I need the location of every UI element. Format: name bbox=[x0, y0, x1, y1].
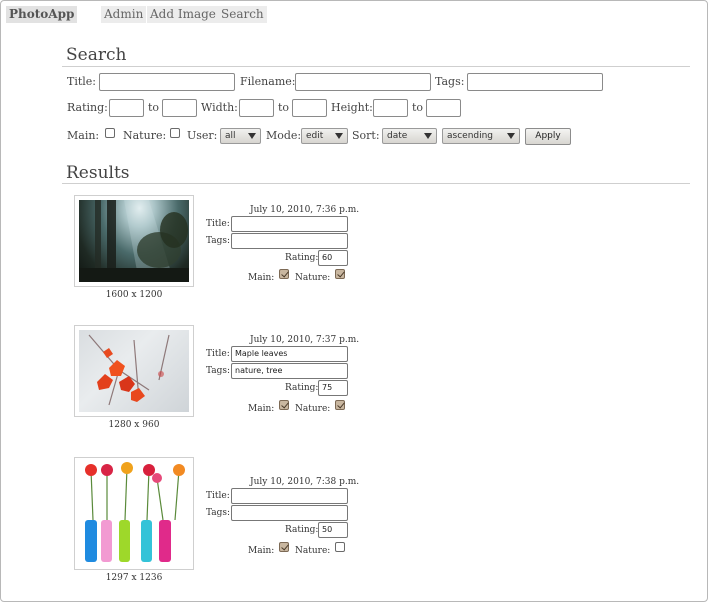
result-dimensions: 1600 x 1200 bbox=[105, 290, 163, 300]
mode-label: Mode: bbox=[266, 129, 302, 142]
result-nature-checkbox[interactable] bbox=[335, 542, 345, 552]
result-nature-checkbox[interactable] bbox=[335, 269, 345, 279]
width-max-input[interactable] bbox=[292, 99, 327, 117]
nav-search-link[interactable]: Search bbox=[218, 6, 267, 23]
rating-min-input[interactable] bbox=[109, 99, 144, 117]
result-rating-label: Rating: bbox=[285, 253, 319, 263]
chevron-down-icon bbox=[507, 133, 515, 139]
sort-select-value: date bbox=[387, 131, 408, 141]
tags-input[interactable] bbox=[467, 73, 603, 91]
result-tags-label: Tags: bbox=[206, 236, 231, 246]
result-main-checkbox[interactable] bbox=[279, 542, 289, 552]
width-min-input[interactable] bbox=[239, 99, 274, 117]
result-date: July 10, 2010, 7:37 p.m. bbox=[250, 335, 360, 345]
result-thumbnail[interactable] bbox=[74, 195, 194, 287]
user-select-value: all bbox=[225, 131, 236, 141]
user-select[interactable]: all bbox=[220, 128, 261, 144]
height-min-input[interactable] bbox=[373, 99, 408, 117]
maple-leaves-image-art bbox=[88, 334, 170, 406]
nature-checkbox[interactable] bbox=[170, 128, 180, 138]
nav-admin-link[interactable]: Admin bbox=[101, 6, 147, 23]
result-main-label: Main: bbox=[248, 273, 275, 283]
nature-label: Nature: bbox=[123, 129, 167, 142]
chevron-down-icon bbox=[248, 133, 256, 139]
main-checkbox[interactable] bbox=[105, 128, 115, 138]
main-label: Main: bbox=[67, 129, 100, 142]
result-rating-input[interactable]: 50 bbox=[318, 522, 348, 538]
title-input[interactable] bbox=[99, 73, 235, 91]
result-dimensions: 1280 x 960 bbox=[108, 420, 160, 430]
result-title-input[interactable] bbox=[231, 488, 348, 504]
user-label: User: bbox=[187, 129, 218, 142]
mode-select[interactable]: edit bbox=[301, 128, 348, 144]
apply-button[interactable]: Apply bbox=[525, 128, 571, 145]
result-nature-checkbox[interactable] bbox=[335, 400, 345, 410]
search-heading: Search bbox=[66, 45, 127, 65]
result-main-label: Main: bbox=[248, 546, 275, 556]
mode-select-value: edit bbox=[306, 131, 324, 141]
search-divider bbox=[62, 66, 690, 67]
height-max-input[interactable] bbox=[426, 99, 461, 117]
results-heading: Results bbox=[66, 163, 130, 183]
result-main-label: Main: bbox=[248, 404, 275, 414]
sort-label: Sort: bbox=[352, 129, 380, 142]
order-select[interactable]: ascending bbox=[442, 128, 520, 144]
result-nature-label: Nature: bbox=[295, 404, 331, 414]
result-date: July 10, 2010, 7:36 p.m. bbox=[250, 205, 360, 215]
width-label: Width: bbox=[201, 101, 238, 114]
result-rating-input[interactable]: 60 bbox=[318, 250, 348, 266]
result-tags-input[interactable] bbox=[231, 505, 348, 521]
result-rating-input[interactable]: 75 bbox=[318, 380, 348, 396]
flowers-vases-image bbox=[79, 462, 189, 565]
height-to-label: to bbox=[412, 101, 424, 114]
result-rating-label: Rating: bbox=[285, 383, 319, 393]
order-select-value: ascending bbox=[447, 131, 494, 141]
filename-input[interactable] bbox=[295, 73, 431, 91]
result-nature-label: Nature: bbox=[295, 273, 331, 283]
result-tags-input[interactable] bbox=[231, 233, 348, 249]
result-date: July 10, 2010, 7:38 p.m. bbox=[250, 477, 360, 487]
result-tags-input[interactable]: nature, tree bbox=[231, 363, 348, 379]
forest-image-art bbox=[79, 200, 189, 282]
nav-add-image-link[interactable]: Add Image bbox=[147, 6, 219, 23]
flowers-vases-image-art bbox=[85, 462, 185, 562]
result-nature-label: Nature: bbox=[295, 546, 331, 556]
chevron-down-icon bbox=[335, 133, 343, 139]
result-main-checkbox[interactable] bbox=[279, 269, 289, 279]
result-rating-label: Rating: bbox=[285, 525, 319, 535]
result-title-label: Title: bbox=[206, 219, 230, 229]
result-dimensions: 1297 x 1236 bbox=[105, 573, 163, 583]
result-title-label: Title: bbox=[206, 491, 230, 501]
results-divider bbox=[62, 183, 690, 184]
result-thumbnail[interactable] bbox=[74, 457, 194, 570]
tags-label: Tags: bbox=[435, 75, 465, 88]
result-tags-label: Tags: bbox=[206, 508, 231, 518]
result-main-checkbox[interactable] bbox=[279, 400, 289, 410]
height-label: Height: bbox=[331, 101, 373, 114]
result-title-input[interactable]: Maple leaves bbox=[231, 346, 348, 362]
forest-image bbox=[79, 200, 189, 282]
rating-label: Rating: bbox=[67, 101, 108, 114]
result-thumbnail[interactable] bbox=[74, 325, 194, 417]
title-label: Title: bbox=[67, 75, 97, 88]
chevron-down-icon bbox=[424, 133, 432, 139]
rating-max-input[interactable] bbox=[162, 99, 197, 117]
result-tags-label: Tags: bbox=[206, 366, 231, 376]
result-title-label: Title: bbox=[206, 349, 230, 359]
brand-logo[interactable]: PhotoApp bbox=[6, 6, 78, 23]
filename-label: Filename: bbox=[240, 75, 296, 88]
sort-select[interactable]: date bbox=[382, 128, 437, 144]
result-title-input[interactable] bbox=[231, 216, 348, 232]
rating-to-label: to bbox=[148, 101, 160, 114]
width-to-label: to bbox=[278, 101, 290, 114]
maple-leaves-image bbox=[79, 330, 189, 412]
